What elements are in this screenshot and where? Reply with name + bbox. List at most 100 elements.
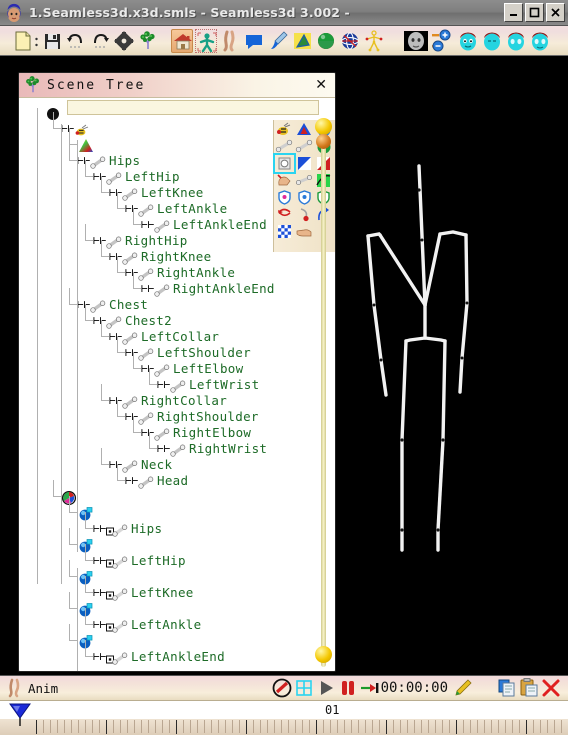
speech-balloon-icon[interactable] (243, 29, 265, 53)
tree-row[interactable] (19, 624, 319, 649)
tree-expand-toggle[interactable]: ⊢⊢ (141, 363, 154, 374)
tree-row[interactable]: ⊢⊢ Chest (19, 288, 319, 313)
sphere-color-icon[interactable] (315, 29, 337, 53)
tree-node-label[interactable]: Hips (109, 153, 140, 168)
close-icon[interactable]: ✕ (315, 77, 327, 93)
tree-row[interactable] (19, 560, 319, 585)
tree-expand-toggle[interactable]: ⊢⊢ (109, 395, 122, 406)
tree-row[interactable] (19, 104, 319, 120)
tree-expand-toggle[interactable]: ⊢⊢ (125, 203, 138, 214)
tree-node-label[interactable]: RightShoulder (157, 409, 259, 424)
scene-tree-titlebar[interactable]: Scene Tree ✕ (19, 73, 335, 98)
tree-expand-toggle[interactable]: ⊢⊢ (93, 587, 106, 598)
tree-row[interactable]: ⊢⊢ LeftCollar (19, 320, 319, 345)
tree-expand-toggle[interactable]: ⊢⊢ (61, 123, 74, 134)
tree-node-label[interactable]: LeftAnkle (157, 201, 227, 216)
scrollbar-thumb-bottom[interactable] (315, 646, 332, 663)
minimize-button[interactable] (504, 3, 523, 22)
scrollbar-secondary-thumb[interactable] (316, 134, 331, 149)
hand-point-icon[interactable] (275, 172, 294, 189)
tree-row[interactable] (19, 592, 319, 617)
tree-expand-toggle[interactable]: ⊢⊢ (109, 459, 122, 470)
no-record-icon[interactable] (271, 677, 293, 699)
tree-row[interactable] (19, 480, 319, 506)
tree-row[interactable]: ⊢⊢ RightAnkle (19, 256, 319, 281)
arrow-loop-red-icon[interactable] (275, 206, 294, 223)
face-cyan-1-icon[interactable] (457, 29, 479, 53)
tree-row[interactable]: ⊢⊢ Chest2 (19, 304, 319, 329)
maximize-button[interactable] (525, 3, 544, 22)
tree-node-label[interactable]: RightHip (125, 233, 188, 248)
tree-expand-toggle[interactable]: ⊢⊢ (141, 219, 154, 230)
tree-expand-toggle[interactable]: ⊢⊢ (77, 299, 90, 310)
grey-face-icon[interactable] (403, 29, 429, 53)
tree-row[interactable]: ⊢⊢ Neck (19, 448, 319, 473)
zoom-in-out-icon[interactable] (431, 29, 455, 53)
globe-wire-icon[interactable] (339, 29, 361, 53)
tree-node-label[interactable]: RightAnkle (157, 265, 235, 280)
tree-node-label[interactable]: LeftAnkleEnd (173, 217, 267, 232)
tree-expand-toggle[interactable]: ⊢⊢ (125, 347, 138, 358)
delete-icon[interactable] (540, 677, 562, 699)
house-icon[interactable] (171, 28, 193, 53)
tree-node-label[interactable]: RightAnkleEnd (173, 281, 275, 296)
triangle-split-blue-icon[interactable] (295, 155, 314, 172)
face-cyan-4-icon[interactable] (529, 29, 551, 53)
undo-icon[interactable] (65, 29, 87, 53)
tree-row[interactable]: ⊢⊢ LeftShoulder (19, 336, 319, 361)
pause-icon[interactable] (337, 677, 359, 699)
scrollbar-track[interactable] (321, 120, 326, 667)
tree-node-label[interactable]: LeftCollar (141, 329, 219, 344)
tree-plant-icon[interactable] (137, 29, 159, 53)
tree-node-label[interactable]: RightWrist (189, 441, 267, 456)
pointing-hand-icon[interactable] (295, 223, 314, 240)
shield-1-icon[interactable] (275, 189, 294, 206)
tree-row[interactable]: ⊢⊢ RightWrist (19, 432, 319, 457)
tree-row[interactable] (19, 496, 319, 521)
tree-row[interactable]: ⊢⊢ LeftElbow (19, 352, 319, 377)
tree-node-label[interactable]: Head (157, 473, 188, 488)
scene-tree-body[interactable]: ⊢⊢ ⊢⊢ Hips ⊢⊢ LeftHip ⊢⊢ LeftKnee ⊢⊢ LeftAnkle ⊢⊢… (19, 98, 335, 671)
tree-node-label[interactable]: LeftKnee (141, 185, 204, 200)
tree-node-label[interactable]: Chest (109, 297, 148, 312)
tree-expand-toggle[interactable]: ⊢⊢ (157, 443, 170, 454)
tree-vertical-scrollbar[interactable] (315, 118, 332, 667)
tree-node-label[interactable]: Hips (131, 521, 162, 536)
tree-row[interactable] (19, 528, 319, 553)
checker-blue-icon[interactable] (275, 223, 294, 240)
save-icon[interactable] (41, 29, 63, 53)
bone-small-2-icon[interactable] (295, 138, 314, 155)
tree-node-label[interactable]: LeftAnkleEnd (131, 649, 225, 664)
goto-end-icon[interactable] (359, 677, 381, 699)
tree-row[interactable]: ⊢⊢ LeftAnkleEnd (19, 640, 319, 665)
tree-node-label[interactable]: RightCollar (141, 393, 227, 408)
close-button[interactable] (546, 3, 565, 22)
tree-node-label[interactable]: Neck (141, 457, 172, 472)
tree-node-label[interactable]: LeftWrist (189, 377, 259, 392)
paste-icon[interactable] (518, 677, 540, 699)
tree-row[interactable]: ⊢⊢ Head (19, 464, 319, 489)
tree-expand-toggle[interactable]: ⊢⊢ (93, 619, 106, 630)
triangle-yellow-icon[interactable] (291, 29, 313, 53)
tree-node-label[interactable]: LeftHip (125, 169, 180, 184)
tree-row[interactable]: ⊢⊢ Hips (19, 512, 319, 537)
tree-row[interactable]: ⊢⊢ RightElbow (19, 416, 319, 441)
tree-expand-toggle[interactable]: ⊢⊢ (109, 187, 122, 198)
bone-pair-icon[interactable] (295, 172, 314, 189)
tree-node-label[interactable]: RightElbow (173, 425, 251, 440)
tree-node-label[interactable]: RightKnee (141, 249, 211, 264)
tree-node-label[interactable]: Chest2 (125, 313, 172, 328)
tree-expand-toggle[interactable]: ⊢⊢ (125, 475, 138, 486)
face-cyan-3-icon[interactable] (505, 29, 527, 53)
tree-row[interactable]: ⊢⊢ LeftAnkle (19, 608, 319, 633)
grid-icon[interactable] (293, 677, 315, 699)
tree-node-label[interactable]: LeftKnee (131, 585, 194, 600)
tree-row[interactable]: ⊢⊢ RightShoulder (19, 400, 319, 425)
scrollbar-thumb-top[interactable] (315, 118, 332, 135)
tree-expand-toggle[interactable]: ⊢⊢ (77, 155, 90, 166)
tree-expand-toggle[interactable]: ⊢⊢ (93, 651, 106, 662)
tree-row[interactable]: ⊢⊢ RightCollar (19, 384, 319, 409)
new-file-icon[interactable] (12, 29, 34, 53)
tree-expand-toggle[interactable]: ⊢⊢ (93, 171, 106, 182)
selected-square-icon[interactable] (273, 153, 296, 174)
